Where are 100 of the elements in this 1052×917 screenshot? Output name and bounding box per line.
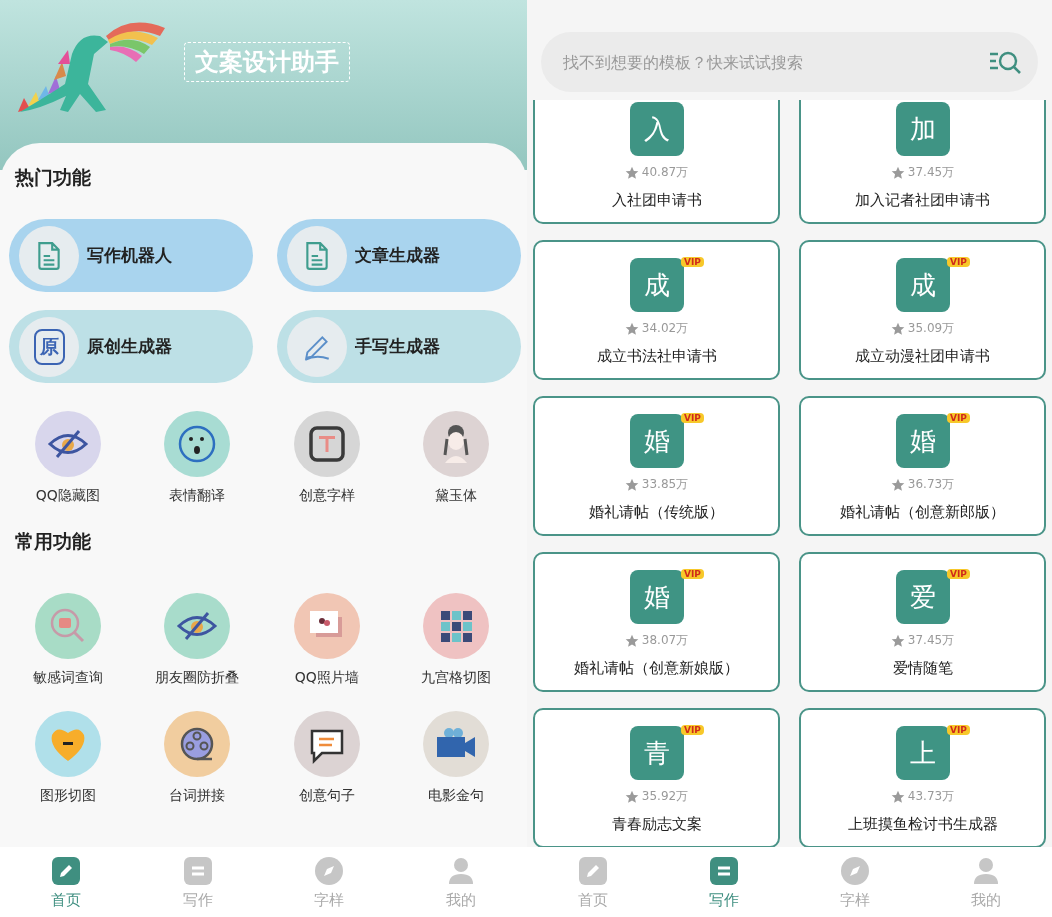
character-tile: 成 <box>895 258 950 312</box>
section-title: 常用功能 <box>15 529 92 554</box>
character-tile: 加 <box>895 102 950 156</box>
template-title: 成立书法社申请书 <box>596 347 717 366</box>
character-tile: 婚 <box>895 414 950 468</box>
vip-badge: VIP <box>681 413 704 423</box>
star-icon <box>890 633 905 648</box>
search-field[interactable]: 找不到想要的模板？快来试试搜索 <box>541 32 1038 92</box>
feature-button[interactable]: 写作机器人 <box>9 219 253 292</box>
nav-tab[interactable]: 首页 <box>0 847 132 917</box>
character-tile: 婚 <box>629 414 684 468</box>
tool-label[interactable]: 电影金句 <box>428 787 485 805</box>
tool-label[interactable]: 朋友圈防折叠 <box>155 669 240 687</box>
pencil-icon <box>578 857 607 885</box>
template-card[interactable]: 爱 VIP 37.45万 爱情随笔 <box>799 552 1046 692</box>
film-reel-icon[interactable] <box>164 711 231 777</box>
star-icon <box>890 321 905 336</box>
square-frame-icon[interactable] <box>293 411 360 477</box>
person-icon <box>972 857 1001 885</box>
rating-count: 43.73万 <box>907 788 955 805</box>
chat-icon[interactable] <box>293 711 360 777</box>
rating-count: 36.73万 <box>907 476 955 493</box>
compass-icon <box>841 857 870 885</box>
template-title: 爱情随笔 <box>892 659 953 678</box>
rating-count: 37.45万 <box>907 164 955 181</box>
vip-badge: VIP <box>681 725 704 735</box>
grid-icon[interactable] <box>423 593 490 659</box>
star-icon <box>624 789 639 804</box>
tool-label[interactable]: 创意字样 <box>298 487 355 505</box>
template-title: 成立动漫社团申请书 <box>855 347 990 366</box>
app-title: 文案设计助手 <box>184 42 350 82</box>
document-icon <box>709 857 738 885</box>
surprised-face-icon[interactable] <box>164 411 231 477</box>
tool-label[interactable]: QQ照片墙 <box>294 669 359 687</box>
template-card[interactable]: 婚 VIP 33.85万 婚礼请帖（传统版） <box>533 396 780 536</box>
tool-label[interactable]: 敏感词查询 <box>32 669 103 687</box>
character-tile: 爱 <box>895 570 950 624</box>
tool-label[interactable]: 创意句子 <box>298 787 355 805</box>
template-card[interactable]: 婚 VIP 38.07万 婚礼请帖（创意新娘版） <box>533 552 780 692</box>
star-icon <box>624 477 639 492</box>
compass-icon <box>315 857 344 885</box>
template-card[interactable]: 成 VIP 35.09万 成立动漫社团申请书 <box>799 240 1046 380</box>
template-title: 婚礼请帖（创意新娘版） <box>574 659 739 678</box>
character-icon: 原 <box>33 328 65 365</box>
crossed-eye-icon[interactable] <box>34 411 101 477</box>
star-icon <box>890 165 905 180</box>
tool-label[interactable]: 黛玉体 <box>435 487 478 505</box>
figure-icon[interactable] <box>423 411 490 477</box>
star-icon <box>890 789 905 804</box>
template-card[interactable]: 婚 VIP 36.73万 婚礼请帖（创意新郎版） <box>799 396 1046 536</box>
character-tile: 婚 <box>629 570 684 624</box>
rating-count: 35.09万 <box>907 320 955 337</box>
star-icon <box>624 633 639 648</box>
star-icon <box>624 165 639 180</box>
template-card[interactable]: 成 VIP 34.02万 成立书法社申请书 <box>533 240 780 380</box>
character-tile: 青 <box>629 726 684 780</box>
tool-label[interactable]: 图形切图 <box>39 787 96 805</box>
rating-count: 34.02万 <box>641 320 689 337</box>
vip-badge: VIP <box>947 413 970 423</box>
template-title: 加入记者社团申请书 <box>855 191 990 210</box>
rating-count: 37.45万 <box>907 632 955 649</box>
character-tile: 成 <box>629 258 684 312</box>
section-title: 热门功能 <box>15 165 92 190</box>
character-tile: 入 <box>629 102 684 156</box>
video-camera-icon[interactable] <box>423 711 490 777</box>
vip-badge: VIP <box>947 725 970 735</box>
document-icon <box>36 240 62 271</box>
pencil-icon <box>51 857 80 885</box>
template-title: 上班摸鱼检讨书生成器 <box>847 815 998 834</box>
tool-label[interactable]: 九宫格切图 <box>421 669 492 687</box>
template-title: 入社团申请书 <box>611 191 702 210</box>
rating-count: 33.85万 <box>641 476 689 493</box>
character-tile: 上 <box>895 726 950 780</box>
template-title: 青春励志文案 <box>611 815 702 834</box>
template-title: 婚礼请帖（传统版） <box>589 503 724 522</box>
feature-button[interactable]: 文章生成器 <box>277 219 521 292</box>
vip-badge: VIP <box>947 257 970 267</box>
crossed-eye-icon[interactable] <box>164 593 231 659</box>
vip-badge: VIP <box>681 569 704 579</box>
tool-label[interactable]: QQ隐藏图 <box>35 487 100 505</box>
tool-label[interactable]: 台词拼接 <box>169 787 226 805</box>
feature-button[interactable]: 手写生成器 <box>277 310 521 383</box>
template-card[interactable]: 上 VIP 43.73万 上班摸鱼检讨书生成器 <box>799 708 1046 847</box>
rating-count: 40.87万 <box>641 164 689 181</box>
rating-count: 35.92万 <box>641 788 689 805</box>
star-icon <box>624 321 639 336</box>
document-icon <box>183 857 212 885</box>
search-icon[interactable] <box>988 49 1022 75</box>
template-card[interactable]: 入 40.87万 入社团申请书 <box>533 100 780 224</box>
vip-badge: VIP <box>947 569 970 579</box>
person-icon <box>447 857 476 885</box>
document-icon <box>304 240 330 271</box>
rating-count: 38.07万 <box>641 632 689 649</box>
star-icon <box>890 477 905 492</box>
tool-label[interactable]: 表情翻译 <box>169 487 226 505</box>
vip-badge: VIP <box>681 257 704 267</box>
template-card[interactable]: 加 37.45万 加入记者社团申请书 <box>799 100 1046 224</box>
nav-tab[interactable]: 写作 <box>658 847 790 917</box>
template-card[interactable]: 青 VIP 35.92万 青春励志文案 <box>533 708 780 847</box>
feature-button[interactable]: 原 原创生成器 <box>9 310 253 383</box>
